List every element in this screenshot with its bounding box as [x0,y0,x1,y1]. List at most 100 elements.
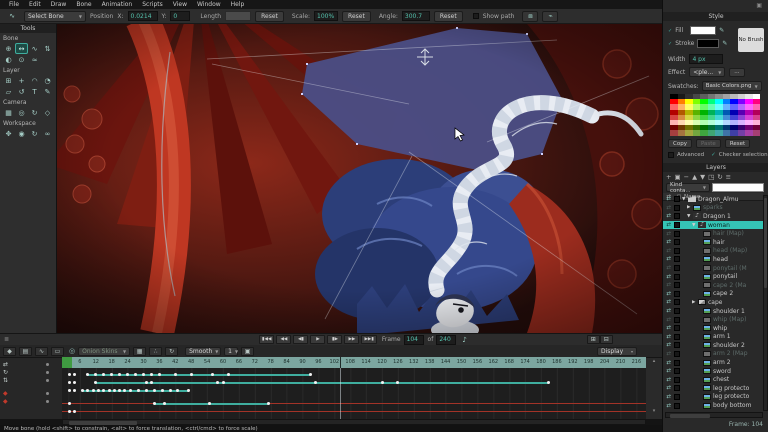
keyframe-dot[interactable] [126,373,129,376]
keyframe-dot[interactable] [547,381,550,384]
canvas[interactable] [57,24,662,333]
layer-visibility-toggle[interactable]: ⇄ [663,377,674,383]
keyframe-dot[interactable] [134,373,137,376]
motion-graph-icon[interactable]: ∿ [35,347,48,356]
keyframe-dot[interactable] [169,389,172,392]
keyframe-dot[interactable] [97,389,100,392]
reset-style-button[interactable]: Reset [725,139,750,148]
bind-points-tool-icon[interactable]: ≈ [28,54,41,65]
onion-skin-toggle-icon[interactable]: ◎ [69,347,75,355]
step-back-button[interactable]: ◀▮ [293,335,308,344]
layer-select-checkbox[interactable] [674,342,680,348]
reset-position-button[interactable]: Reset [255,11,284,22]
layer-visibility-toggle[interactable]: ⇄ [663,205,674,211]
advanced-checkbox[interactable] [668,152,674,158]
layer-select-checkbox[interactable] [674,325,680,331]
layer-visibility-toggle[interactable]: ⇄ [663,248,674,254]
layer-select-checkbox[interactable] [674,377,680,383]
layer-visibility-toggle[interactable]: ⇄ [663,394,674,400]
panel-dock-icon[interactable]: ▣ [756,2,762,9]
select-bone-tool-icon[interactable]: ⊕ [2,43,15,54]
shear-layer-tool-icon[interactable]: ▱ [2,86,15,97]
width-input[interactable]: 4 px [689,54,723,64]
layer-select-checkbox[interactable] [674,282,680,288]
layer-row-dragon-almu[interactable]: ⇄▼Dragon_Almu [663,195,763,204]
layer-visibility-toggle[interactable]: ⇄ [663,282,674,288]
layer-row-sword[interactable]: ⇄sword [663,367,763,376]
timeline-scroll-up-icon[interactable]: ▴ [646,358,662,364]
palette-swatch-7-8[interactable] [730,130,738,135]
bind-layer-tool-icon[interactable]: ⊙ [15,54,28,65]
checker-selection-checkbox[interactable]: ✓ [711,152,716,158]
menu-bone[interactable]: Bone [71,1,96,8]
playhead-marker[interactable] [340,357,342,368]
layer-select-checkbox[interactable] [674,213,680,219]
x-input[interactable]: 0.0214 [128,11,158,21]
bone-rotation-channel-icon[interactable]: ↻ [3,369,8,376]
bone-rotation-channel-options[interactable] [46,371,49,374]
play-button[interactable]: ▶ [310,335,325,344]
menu-help[interactable]: Help [226,1,250,8]
layer-select-checkbox[interactable] [674,291,680,297]
layer-row-head[interactable]: ⇄head [663,255,763,264]
move-layer-down-icon[interactable]: ▼ [700,173,705,181]
color-palette[interactable] [670,94,760,136]
keyframe-dot[interactable] [113,389,116,392]
palette-swatch-7-6[interactable] [715,130,723,135]
layer-visibility-toggle[interactable]: ⇄ [663,351,674,357]
keyframe-dot[interactable] [222,381,225,384]
keyframe-dot[interactable] [123,389,126,392]
keyframe-dot[interactable] [314,381,317,384]
layer-select-checkbox[interactable] [674,222,680,228]
keyframe-dot[interactable] [73,381,76,384]
rotate-workspace-tool-icon[interactable]: ↻ [28,128,41,139]
layer-visibility-toggle[interactable]: ⇄ [663,385,674,391]
layer-row-arm-1[interactable]: ⇄arm 1 [663,333,763,342]
keyframe-dot[interactable] [161,389,164,392]
follow-path-tool-icon[interactable]: ◠ [28,75,41,86]
rotate-layer-xy-tool-icon[interactable]: ◔ [41,75,54,86]
keyframe-dot[interactable] [81,389,84,392]
keyframe-dot[interactable] [92,389,95,392]
fill-color-swatch[interactable] [690,26,716,35]
layer-select-checkbox[interactable] [674,205,680,211]
layer-select-checkbox[interactable] [674,368,680,374]
layer-row-shoulder-2[interactable]: ⇄shoulder 2 [663,341,763,350]
track-camera-tool-icon[interactable]: ▦ [2,107,15,118]
keyframe-dot[interactable] [142,373,145,376]
layer-expander-icon[interactable]: ▶ [692,300,697,305]
zoom-camera-tool-icon[interactable]: ◎ [15,107,28,118]
keyframe-dot[interactable] [145,389,148,392]
refresh-layers-icon[interactable]: ↻ [717,173,722,181]
show-path-checkbox[interactable] [473,13,479,19]
keyframe-segment[interactable] [96,382,549,384]
keyframe-dot[interactable] [73,410,76,413]
keyframe-dot[interactable] [163,402,166,405]
key-cycle-icon[interactable]: ↻ [165,347,178,356]
keyframe-dot[interactable] [174,373,177,376]
layer-select-checkbox[interactable] [674,256,680,262]
keyframe-dot[interactable] [227,373,230,376]
layers-vertical-scrollbar[interactable] [763,195,768,411]
layer-row-body-bottom[interactable]: ⇄body bottom [663,401,763,410]
keyframe-dot[interactable] [267,402,270,405]
keyframe-dot[interactable] [137,389,140,392]
onion-skins-dropdown[interactable]: Onion Skins ▼ [78,347,130,356]
layer-row-arm-2[interactable]: ⇄arm 2 [663,358,763,367]
keyframe-dot[interactable] [190,373,193,376]
keyframe-dot[interactable] [145,381,148,384]
switch-channel-2-options[interactable] [46,400,49,403]
layer-visibility-toggle[interactable]: ⇄ [663,222,674,228]
length-input[interactable] [225,11,251,21]
scale-input[interactable]: 100% [314,11,338,21]
stroke-eyedropper-icon[interactable]: ✎ [722,40,727,47]
layers-scroll-thumb[interactable] [764,198,767,288]
keyframe-dot[interactable] [211,373,214,376]
layer-visibility-toggle[interactable]: ⇄ [663,265,674,271]
keyframe-dot[interactable] [118,389,121,392]
swatches-dropdown[interactable]: Basic Colors.png ▼ [702,81,762,91]
layer-visibility-toggle[interactable]: ⇄ [663,368,674,374]
interpolation-dropdown[interactable]: Smooth ▼ [185,347,221,356]
layer-row-dragon-1[interactable]: ⇄▼⑀Dragon 1 [663,212,763,221]
duplicate-layer-icon[interactable]: ▣ [674,173,680,181]
